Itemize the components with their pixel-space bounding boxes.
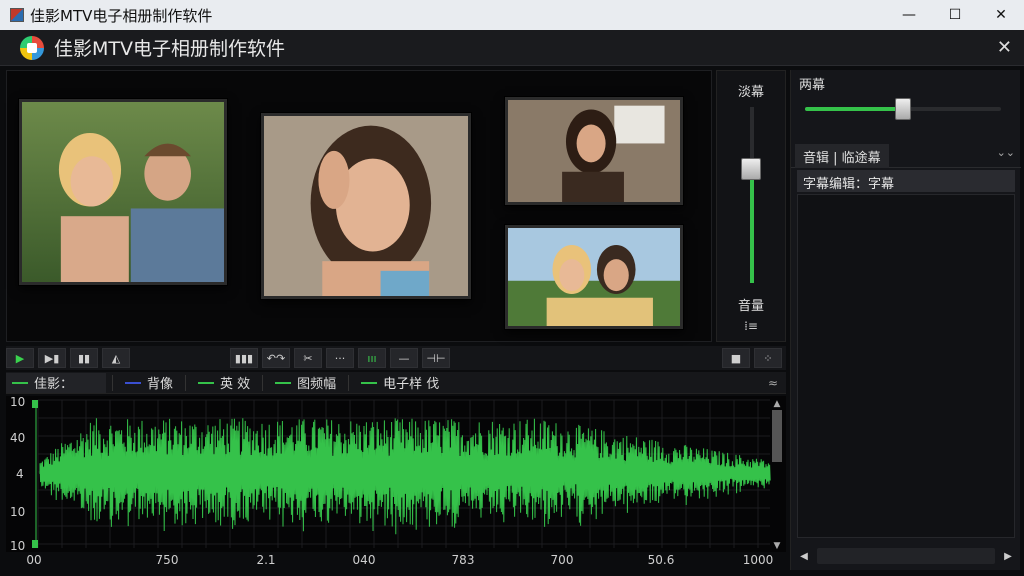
vertical-slider-thumb[interactable] — [741, 157, 761, 180]
x-label: 700 — [550, 553, 574, 567]
track-main[interactable]: 佳影： — [6, 372, 106, 393]
x-label: 750 — [155, 553, 179, 567]
app-title: 佳影MTV电子相册制作软件 — [54, 38, 285, 60]
square-button[interactable]: ■ — [722, 348, 750, 368]
step-forward-button[interactable]: ▶▮ — [38, 348, 66, 368]
pause-button[interactable]: ▮▮ — [70, 348, 98, 368]
photo-woman-portrait[interactable] — [261, 113, 471, 299]
marker-button[interactable]: ◭ — [102, 348, 130, 368]
transport-toolbar: ▶ ▶▮ ▮▮ ◭ ▮▮▮ ↶↷ ✂ ··· ııı — ⊣⊢ ■ ⁘ — [6, 346, 786, 370]
y-label: 10 — [10, 539, 25, 552]
scroll-right-icon[interactable]: ▶ — [1001, 551, 1015, 562]
track-line-icon — [125, 381, 141, 384]
x-label: 783 — [451, 553, 475, 567]
split-button[interactable]: ⊣⊢ — [422, 348, 450, 368]
x-label: 1000 — [742, 553, 774, 567]
vertical-slider-fill — [750, 168, 754, 283]
app-header: 佳影MTV电子相册制作软件 ✕ — [0, 30, 1024, 66]
cut-button[interactable]: ✂ — [294, 348, 322, 368]
close-window-button[interactable]: ✕ — [978, 0, 1024, 30]
vertical-slider-bottom-label: 音量 — [737, 299, 764, 314]
x-label: 040 — [352, 553, 376, 567]
fade-slider-fill — [805, 107, 903, 111]
vertical-slider-panel: 淡幕 音量 ⁞≡ — [716, 70, 786, 342]
line-button[interactable]: — — [390, 348, 418, 368]
track-line-icon — [12, 381, 28, 384]
fade-slider-thumb[interactable] — [895, 98, 911, 120]
track-electronic[interactable]: 电子样 伐 — [355, 373, 445, 393]
level-button[interactable]: ııı — [358, 348, 386, 368]
fade-slider-label: 两幕 — [799, 78, 826, 93]
y-label: 10 — [10, 505, 25, 519]
audio-waveform[interactable]: ▲ ▼ 10 40 4 10 10 — [6, 396, 786, 552]
photo-preview-area — [6, 70, 712, 342]
os-window-title: 佳影MTV电子相册制作软件 — [30, 6, 213, 25]
os-titlebar: 佳影MTV电子相册制作软件 — ☐ ✕ — [0, 0, 1024, 30]
photo-woman-indoor[interactable] — [505, 97, 683, 205]
tab-menu-icon[interactable]: ⌄⌄ — [997, 146, 1015, 159]
scroll-left-icon[interactable]: ◀ — [797, 551, 811, 562]
waveform-start-marker[interactable] — [32, 400, 38, 408]
track-line-icon — [198, 381, 215, 384]
grid-button[interactable]: ⁘ — [754, 348, 782, 368]
track-line-icon — [361, 381, 378, 384]
waveform-canvas: ▲ ▼ 10 40 4 10 10 — [10, 396, 782, 552]
maximize-button[interactable]: ☐ — [932, 0, 978, 30]
waveform-scrollbar-thumb[interactable] — [772, 410, 782, 462]
y-label: 4 — [16, 467, 24, 481]
subtitle-list[interactable] — [797, 194, 1015, 538]
track-header-row: 佳影： 背像 英 效 图频幅 电子样 伐 ≈ — [6, 372, 786, 394]
tab-subtitle[interactable]: 音辑 | 临途幕 — [795, 144, 889, 168]
right-panel: 两幕 音辑 | 临途幕 ⌄⌄ 字幕编辑：字幕 ◀ ▶ — [790, 70, 1021, 570]
window-controls: — ☐ ✕ — [886, 0, 1024, 30]
photo-couple[interactable] — [19, 99, 227, 285]
app-close-button[interactable]: ✕ — [997, 37, 1012, 58]
x-label: 2.1 — [256, 553, 276, 567]
scroll-down-icon[interactable]: ▼ — [774, 541, 781, 551]
track-effects[interactable]: 英 效 — [192, 373, 256, 393]
x-label: 50.6 — [647, 553, 675, 567]
minimize-button[interactable]: — — [886, 0, 932, 30]
bars-button[interactable]: ▮▮▮ — [230, 348, 258, 368]
play-button[interactable]: ▶ — [6, 348, 34, 368]
scroll-up-icon[interactable]: ▲ — [774, 399, 781, 409]
app-window-icon — [10, 8, 24, 22]
volume-list-icon[interactable]: ⁞≡ — [717, 319, 785, 333]
track-audio[interactable]: 图频幅 — [269, 373, 342, 393]
tracks-collapse-icon[interactable]: ≈ — [768, 376, 778, 390]
undo-redo-button[interactable]: ↶↷ — [262, 348, 290, 368]
subtitle-tabbar: 音辑 | 临途幕 ⌄⌄ — [791, 142, 1021, 168]
vertical-slider-track[interactable] — [750, 107, 754, 283]
subtitle-list-header[interactable]: 字幕编辑：字幕 — [797, 170, 1015, 192]
dots-button[interactable]: ··· — [326, 348, 354, 368]
y-label: 10 — [10, 396, 25, 409]
horizontal-scrollbar[interactable]: ◀ ▶ — [797, 546, 1015, 566]
track-line-icon — [275, 381, 292, 384]
vertical-slider-top-label: 淡幕 — [737, 85, 764, 100]
photo-two-women[interactable] — [505, 225, 683, 329]
track-background[interactable]: 背像 — [119, 373, 179, 393]
x-label: 00 — [26, 553, 42, 567]
waveform-end-marker[interactable] — [32, 540, 38, 548]
y-label: 40 — [10, 431, 25, 445]
app-logo-icon — [20, 35, 44, 60]
waveform-x-axis: 00 750 2.1 040 783 700 50.6 1000 — [6, 552, 786, 572]
scroll-track[interactable] — [817, 548, 995, 564]
